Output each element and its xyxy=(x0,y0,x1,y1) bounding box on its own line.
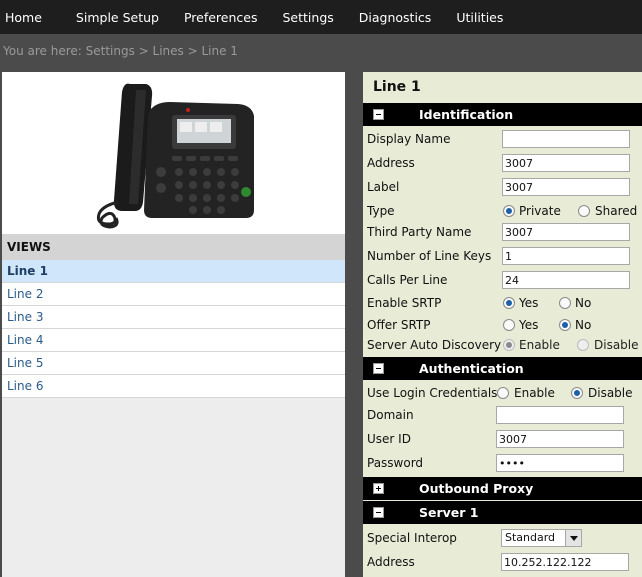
section-server-1[interactable]: Server 1 xyxy=(363,501,642,524)
num-line-keys-label: Number of Line Keys xyxy=(367,249,492,263)
view-item-line-5[interactable]: Line 5 xyxy=(2,352,345,375)
section-outbound-proxy[interactable]: Outbound Proxy xyxy=(363,477,642,500)
view-item-line-3[interactable]: Line 3 xyxy=(2,306,345,329)
use-login-credentials-enable-radio[interactable] xyxy=(497,387,509,399)
label-label: Label xyxy=(367,180,400,194)
enable-srtp-yes-radio[interactable] xyxy=(503,297,515,309)
special-interop-label: Special Interop xyxy=(367,531,457,545)
collapse-icon[interactable] xyxy=(373,109,384,120)
type-label: Type xyxy=(367,204,395,218)
section-title: Server 1 xyxy=(419,505,479,520)
section-title: Authentication xyxy=(419,361,524,376)
offer-srtp-no-label: No xyxy=(575,318,592,332)
top-nav: Home Simple Setup Preferences Settings D… xyxy=(0,0,642,34)
address-input[interactable] xyxy=(502,154,630,172)
chevron-down-icon[interactable] xyxy=(565,530,581,546)
type-private-radio[interactable] xyxy=(503,205,515,217)
view-item-line-6[interactable]: Line 6 xyxy=(2,375,345,398)
section-title: Identification xyxy=(419,107,514,122)
views-list: Line 1 Line 2 Line 3 Line 4 Line 5 Line … xyxy=(2,260,345,398)
display-name-label: Display Name xyxy=(367,132,451,146)
views-header: VIEWS xyxy=(2,234,345,260)
num-line-keys-input[interactable] xyxy=(502,247,630,265)
offer-srtp-yes-radio[interactable] xyxy=(503,319,515,331)
third-party-name-input[interactable] xyxy=(502,223,630,241)
domain-label: Domain xyxy=(367,408,414,422)
user-id-input[interactable] xyxy=(496,430,624,448)
type-shared-label: Shared xyxy=(595,204,638,218)
view-item-line-4[interactable]: Line 4 xyxy=(2,329,345,352)
server-auto-discovery-disable-radio xyxy=(577,339,589,351)
page-title: Line 1 xyxy=(373,79,421,95)
nav-simple-setup[interactable]: Simple Setup xyxy=(71,10,164,25)
nav-utilities[interactable]: Utilities xyxy=(451,10,508,25)
collapse-icon[interactable] xyxy=(373,363,384,374)
section-title: Outbound Proxy xyxy=(419,481,534,496)
type-shared-radio[interactable] xyxy=(578,205,590,217)
nav-diagnostics[interactable]: Diagnostics xyxy=(354,10,437,25)
use-login-credentials-disable-radio[interactable] xyxy=(571,387,583,399)
server-address-label: Address xyxy=(367,555,415,569)
label-input[interactable] xyxy=(502,178,630,196)
use-login-credentials-disable-label: Disable xyxy=(588,386,633,400)
user-id-label: User ID xyxy=(367,432,411,446)
left-panel: VIEWS Line 1 Line 2 Line 3 Line 4 Line 5… xyxy=(2,72,345,577)
third-party-name-label: Third Party Name xyxy=(367,225,472,239)
enable-srtp-no-label: No xyxy=(575,296,592,310)
enable-srtp-no-radio[interactable] xyxy=(559,297,571,309)
server-auto-discovery-enable-label: Enable xyxy=(519,338,560,352)
password-input[interactable] xyxy=(496,454,624,472)
view-item-line-1[interactable]: Line 1 xyxy=(2,260,345,283)
phone-image xyxy=(2,72,345,234)
collapse-icon[interactable] xyxy=(373,507,384,518)
use-login-credentials-enable-label: Enable xyxy=(514,386,555,400)
server-auto-discovery-label: Server Auto Discovery xyxy=(367,338,502,352)
server-auto-discovery-enable-radio xyxy=(503,339,515,351)
special-interop-select[interactable]: Standard xyxy=(501,529,582,547)
nav-preferences[interactable]: Preferences xyxy=(179,10,263,25)
nav-home[interactable]: Home xyxy=(0,10,47,25)
special-interop-value: Standard xyxy=(505,531,556,544)
display-name-input[interactable] xyxy=(502,130,630,148)
type-private-label: Private xyxy=(519,204,561,218)
nav-settings[interactable]: Settings xyxy=(278,10,339,25)
offer-srtp-yes-label: Yes xyxy=(519,318,539,332)
use-login-credentials-label: Use Login Credentials xyxy=(367,386,498,400)
offer-srtp-label: Offer SRTP xyxy=(367,318,431,332)
password-label: Password xyxy=(367,456,424,470)
calls-per-line-label: Calls Per Line xyxy=(367,273,448,287)
enable-srtp-yes-label: Yes xyxy=(519,296,539,310)
breadcrumb: You are here: Settings > Lines > Line 1 xyxy=(3,44,238,58)
server-address-input[interactable] xyxy=(501,553,629,571)
enable-srtp-label: Enable SRTP xyxy=(367,296,442,310)
offer-srtp-no-radio[interactable] xyxy=(559,319,571,331)
expand-icon[interactable] xyxy=(373,483,384,494)
address-label: Address xyxy=(367,156,415,170)
calls-per-line-input[interactable] xyxy=(502,271,630,289)
section-identification[interactable]: Identification xyxy=(363,103,642,126)
view-item-line-2[interactable]: Line 2 xyxy=(2,283,345,306)
section-authentication[interactable]: Authentication xyxy=(363,357,642,380)
server-auto-discovery-disable-label: Disable xyxy=(594,338,639,352)
desk-phone-icon xyxy=(96,83,254,229)
settings-panel: Line 1 Identification Display Name Addre… xyxy=(363,72,642,577)
domain-input[interactable] xyxy=(496,406,624,424)
